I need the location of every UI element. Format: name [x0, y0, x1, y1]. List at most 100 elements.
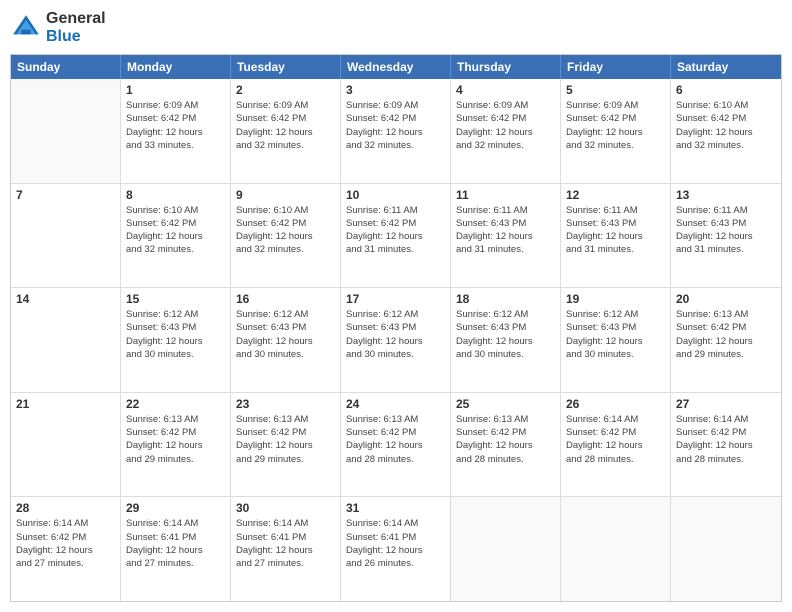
header: General Blue [10, 10, 782, 46]
day-info: Sunrise: 6:12 AMSunset: 6:43 PMDaylight:… [456, 308, 555, 361]
calendar-cell: 26Sunrise: 6:14 AMSunset: 6:42 PMDayligh… [561, 393, 671, 497]
day-info: Sunrise: 6:14 AMSunset: 6:41 PMDaylight:… [236, 517, 335, 570]
calendar-cell: 31Sunrise: 6:14 AMSunset: 6:41 PMDayligh… [341, 497, 451, 601]
day-info: Sunrise: 6:13 AMSunset: 6:42 PMDaylight:… [676, 308, 776, 361]
day-number: 12 [566, 188, 665, 202]
calendar-cell: 22Sunrise: 6:13 AMSunset: 6:42 PMDayligh… [121, 393, 231, 497]
weekday-header-sunday: Sunday [11, 55, 121, 79]
calendar-cell: 21 [11, 393, 121, 497]
day-number: 8 [126, 188, 225, 202]
calendar-cell: 17 Sunrise: 6:12 AMSunset: 6:43 PMDayligh… [341, 288, 451, 392]
day-number: 13 [676, 188, 776, 202]
day-number: 10 [346, 188, 445, 202]
calendar-cell: 19Sunrise: 6:12 AMSunset: 6:43 PMDayligh… [561, 288, 671, 392]
calendar-cell: 11 Sunrise: 6:11 AMSunset: 6:43 PMDayligh… [451, 184, 561, 288]
day-number: 14 [16, 292, 115, 306]
calendar-header: SundayMondayTuesdayWednesdayThursdayFrid… [11, 55, 781, 79]
day-info: Sunrise: 6:11 AMSunset: 6:43 PMDaylight:… [456, 204, 555, 257]
day-number: 4 [456, 83, 555, 97]
day-number: 16 [236, 292, 335, 306]
calendar-cell: 7 [11, 184, 121, 288]
day-number: 24 [346, 397, 445, 411]
day-info: Sunrise: 6:14 AMSunset: 6:41 PMDaylight:… [346, 517, 445, 570]
calendar-cell: 18 Sunrise: 6:12 AMSunset: 6:43 PMDayligh… [451, 288, 561, 392]
calendar-cell: 8Sunrise: 6:10 AMSunset: 6:42 PMDaylight… [121, 184, 231, 288]
day-info: Sunrise: 6:13 AMSunset: 6:42 PMDaylight:… [126, 413, 225, 466]
day-number: 1 [126, 83, 225, 97]
day-number: 5 [566, 83, 665, 97]
calendar-cell: 12 Sunrise: 6:11 AMSunset: 6:43 PMDayligh… [561, 184, 671, 288]
calendar-cell: 27Sunrise: 6:14 AMSunset: 6:42 PMDayligh… [671, 393, 781, 497]
day-info: Sunrise: 6:12 AMSunset: 6:43 PMDaylight:… [236, 308, 335, 361]
day-number: 28 [16, 501, 115, 515]
calendar-week-4: 28 Sunrise: 6:14 AMSunset: 6:42 PMDayligh… [11, 497, 781, 601]
logo: General Blue [10, 10, 106, 46]
logo-text: General Blue [46, 10, 106, 46]
calendar-week-1: 78Sunrise: 6:10 AMSunset: 6:42 PMDayligh… [11, 184, 781, 289]
weekday-header-tuesday: Tuesday [231, 55, 341, 79]
calendar-cell: 15 Sunrise: 6:12 AMSunset: 6:43 PMDayligh… [121, 288, 231, 392]
calendar-cell: 9Sunrise: 6:10 AMSunset: 6:42 PMDaylight… [231, 184, 341, 288]
calendar-cell: 29 Sunrise: 6:14 AMSunset: 6:41 PMDayligh… [121, 497, 231, 601]
day-number: 25 [456, 397, 555, 411]
day-info: Sunrise: 6:13 AMSunset: 6:42 PMDaylight:… [346, 413, 445, 466]
day-info: Sunrise: 6:12 AMSunset: 6:43 PMDaylight:… [126, 308, 225, 361]
day-info: Sunrise: 6:09 AMSunset: 6:42 PMDaylight:… [456, 99, 555, 152]
calendar-cell: 3 Sunrise: 6:09 AMSunset: 6:42 PMDaylight… [341, 79, 451, 183]
day-number: 11 [456, 188, 555, 202]
calendar-cell: 14 [11, 288, 121, 392]
calendar-cell: 10 Sunrise: 6:11 AMSunset: 6:42 PMDayligh… [341, 184, 451, 288]
day-info: Sunrise: 6:09 AMSunset: 6:42 PMDaylight:… [346, 99, 445, 152]
day-number: 6 [676, 83, 776, 97]
calendar-cell: 5 Sunrise: 6:09 AMSunset: 6:42 PMDaylight… [561, 79, 671, 183]
calendar-cell: 20 Sunrise: 6:13 AMSunset: 6:42 PMDayligh… [671, 288, 781, 392]
calendar-cell [11, 79, 121, 183]
day-number: 2 [236, 83, 335, 97]
page: General Blue SundayMondayTuesdayWednesda… [0, 0, 792, 612]
calendar-week-3: 2122Sunrise: 6:13 AMSunset: 6:42 PMDayli… [11, 393, 781, 498]
day-info: Sunrise: 6:09 AMSunset: 6:42 PMDaylight:… [566, 99, 665, 152]
calendar-cell: 28 Sunrise: 6:14 AMSunset: 6:42 PMDayligh… [11, 497, 121, 601]
day-info: Sunrise: 6:10 AMSunset: 6:42 PMDaylight:… [236, 204, 335, 257]
calendar-cell [671, 497, 781, 601]
calendar-cell: 23 Sunrise: 6:13 AMSunset: 6:42 PMDayligh… [231, 393, 341, 497]
day-number: 27 [676, 397, 776, 411]
calendar-cell: 16 Sunrise: 6:12 AMSunset: 6:43 PMDayligh… [231, 288, 341, 392]
calendar: SundayMondayTuesdayWednesdayThursdayFrid… [10, 54, 782, 602]
day-number: 20 [676, 292, 776, 306]
day-info: Sunrise: 6:14 AMSunset: 6:42 PMDaylight:… [16, 517, 115, 570]
logo-icon [10, 12, 42, 44]
day-info: Sunrise: 6:11 AMSunset: 6:43 PMDaylight:… [676, 204, 776, 257]
day-info: Sunrise: 6:14 AMSunset: 6:41 PMDaylight:… [126, 517, 225, 570]
calendar-cell [451, 497, 561, 601]
day-info: Sunrise: 6:11 AMSunset: 6:42 PMDaylight:… [346, 204, 445, 257]
weekday-header-thursday: Thursday [451, 55, 561, 79]
calendar-cell: 13 Sunrise: 6:11 AMSunset: 6:43 PMDayligh… [671, 184, 781, 288]
calendar-cell: 24 Sunrise: 6:13 AMSunset: 6:42 PMDayligh… [341, 393, 451, 497]
calendar-week-2: 14 15 Sunrise: 6:12 AMSunset: 6:43 PMDayli… [11, 288, 781, 393]
day-number: 3 [346, 83, 445, 97]
calendar-cell: 30 Sunrise: 6:14 AMSunset: 6:41 PMDayligh… [231, 497, 341, 601]
weekday-header-monday: Monday [121, 55, 231, 79]
day-info: Sunrise: 6:09 AMSunset: 6:42 PMDaylight:… [126, 99, 225, 152]
day-info: Sunrise: 6:13 AMSunset: 6:42 PMDaylight:… [456, 413, 555, 466]
day-number: 15 [126, 292, 225, 306]
calendar-cell: 2Sunrise: 6:09 AMSunset: 6:42 PMDaylight… [231, 79, 341, 183]
day-number: 18 [456, 292, 555, 306]
calendar-cell: 25 Sunrise: 6:13 AMSunset: 6:42 PMDayligh… [451, 393, 561, 497]
day-info: Sunrise: 6:12 AMSunset: 6:43 PMDaylight:… [346, 308, 445, 361]
calendar-body: 1 Sunrise: 6:09 AMSunset: 6:42 PMDaylight… [11, 79, 781, 601]
calendar-cell: 4 Sunrise: 6:09 AMSunset: 6:42 PMDaylight… [451, 79, 561, 183]
day-number: 19 [566, 292, 665, 306]
day-number: 30 [236, 501, 335, 515]
day-number: 29 [126, 501, 225, 515]
weekday-header-friday: Friday [561, 55, 671, 79]
calendar-cell [561, 497, 671, 601]
day-number: 17 [346, 292, 445, 306]
day-number: 23 [236, 397, 335, 411]
calendar-cell: 1 Sunrise: 6:09 AMSunset: 6:42 PMDaylight… [121, 79, 231, 183]
day-info: Sunrise: 6:13 AMSunset: 6:42 PMDaylight:… [236, 413, 335, 466]
day-info: Sunrise: 6:11 AMSunset: 6:43 PMDaylight:… [566, 204, 665, 257]
weekday-header-wednesday: Wednesday [341, 55, 451, 79]
day-info: Sunrise: 6:14 AMSunset: 6:42 PMDaylight:… [566, 413, 665, 466]
